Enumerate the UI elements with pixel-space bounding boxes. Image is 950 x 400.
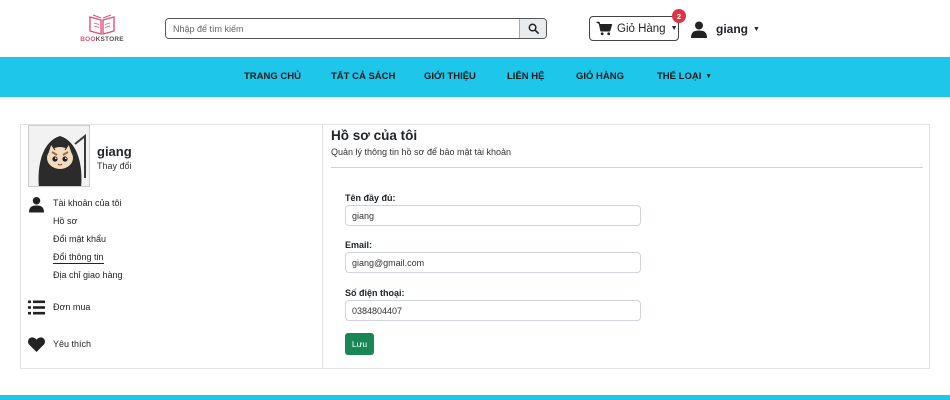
email-label: Email: <box>345 240 373 250</box>
nav-item-categories[interactable]: THỂ LOẠI ▼ <box>657 57 712 97</box>
logo-text: BOOKSTORE <box>80 36 124 43</box>
search-icon <box>528 23 539 34</box>
person-icon <box>27 195 45 213</box>
user-icon <box>691 21 707 38</box>
cart-label: Giỏ Hàng <box>617 22 666 35</box>
page-title: Hồ sơ của tôi <box>331 128 418 143</box>
chevron-down-icon: ▼ <box>705 73 712 80</box>
bookstore-logo[interactable]: BOOKSTORE <box>74 12 130 46</box>
nav-item-home[interactable]: TRANG CHỦ <box>244 57 301 97</box>
search-bar <box>165 18 547 39</box>
nav-item-categories-label: THỂ LOẠI <box>657 71 702 82</box>
sidebar-item-orders[interactable]: Đơn mua <box>53 302 90 312</box>
sidebar-item-shipping-address[interactable]: Địa chỉ giao hàng <box>53 270 123 280</box>
email-field[interactable] <box>345 252 641 273</box>
phone-field[interactable] <box>345 300 641 321</box>
avatar <box>28 125 90 187</box>
chevron-down-icon: ▼ <box>753 25 760 33</box>
nav-item-about[interactable]: GIỚI THIỆU <box>424 57 476 97</box>
list-icon <box>27 298 45 316</box>
profile-form-section: Hồ sơ của tôi Quản lý thông tin hồ sơ để… <box>323 125 929 368</box>
save-button[interactable]: Lưu <box>345 333 374 355</box>
sidebar-item-profile[interactable]: Hồ sơ <box>53 216 77 226</box>
heart-icon <box>27 335 45 353</box>
sidebar-item-change-info[interactable]: Đổi thông tin <box>53 252 104 264</box>
avatar-image <box>29 126 89 186</box>
book-logo-icon <box>89 14 115 35</box>
profile-name: giang <box>97 144 132 159</box>
header: BOOKSTORE Giỏ Hàng ▼ 2 giang ▼ <box>0 0 950 57</box>
fullname-label: Tên đầy đủ: <box>345 193 396 203</box>
chevron-down-icon: ▼ <box>670 25 678 32</box>
account-sidebar: giang Thay đổi Tài khoản của tôi Hồ sơ Đ… <box>21 125 323 368</box>
main-nav: TRANG CHỦ TẤT CẢ SÁCH GIỚI THIỆU LIÊN HỆ… <box>0 57 950 97</box>
sidebar-item-my-account[interactable]: Tài khoản của tôi <box>53 198 122 208</box>
page-subtitle: Quản lý thông tin hồ sơ để bảo mật tài k… <box>331 147 512 157</box>
user-menu[interactable]: giang ▼ <box>691 19 760 39</box>
change-avatar-link[interactable]: Thay đổi <box>97 161 132 171</box>
cart-count-badge: 2 <box>672 9 686 23</box>
nav-item-contact[interactable]: LIÊN HỆ <box>507 57 544 97</box>
username: giang <box>716 22 748 36</box>
sidebar-item-favorites[interactable]: Yêu thích <box>53 339 91 349</box>
profile-panel: giang Thay đổi Tài khoản của tôi Hồ sơ Đ… <box>20 124 930 369</box>
phone-label: Số điện thoại: <box>345 288 405 298</box>
nav-item-all-books[interactable]: TẤT CẢ SÁCH <box>331 57 395 97</box>
cart-dropdown-button[interactable]: Giỏ Hàng ▼ <box>589 16 679 41</box>
search-button[interactable] <box>519 19 546 38</box>
divider <box>331 167 923 168</box>
search-input[interactable] <box>166 19 519 38</box>
cart-icon <box>596 21 613 36</box>
sidebar-item-change-password[interactable]: Đổi mật khẩu <box>53 234 106 244</box>
nav-item-cart[interactable]: GIỎ HÀNG <box>576 57 624 97</box>
fullname-field[interactable] <box>345 205 641 226</box>
footer-bar <box>0 395 950 400</box>
